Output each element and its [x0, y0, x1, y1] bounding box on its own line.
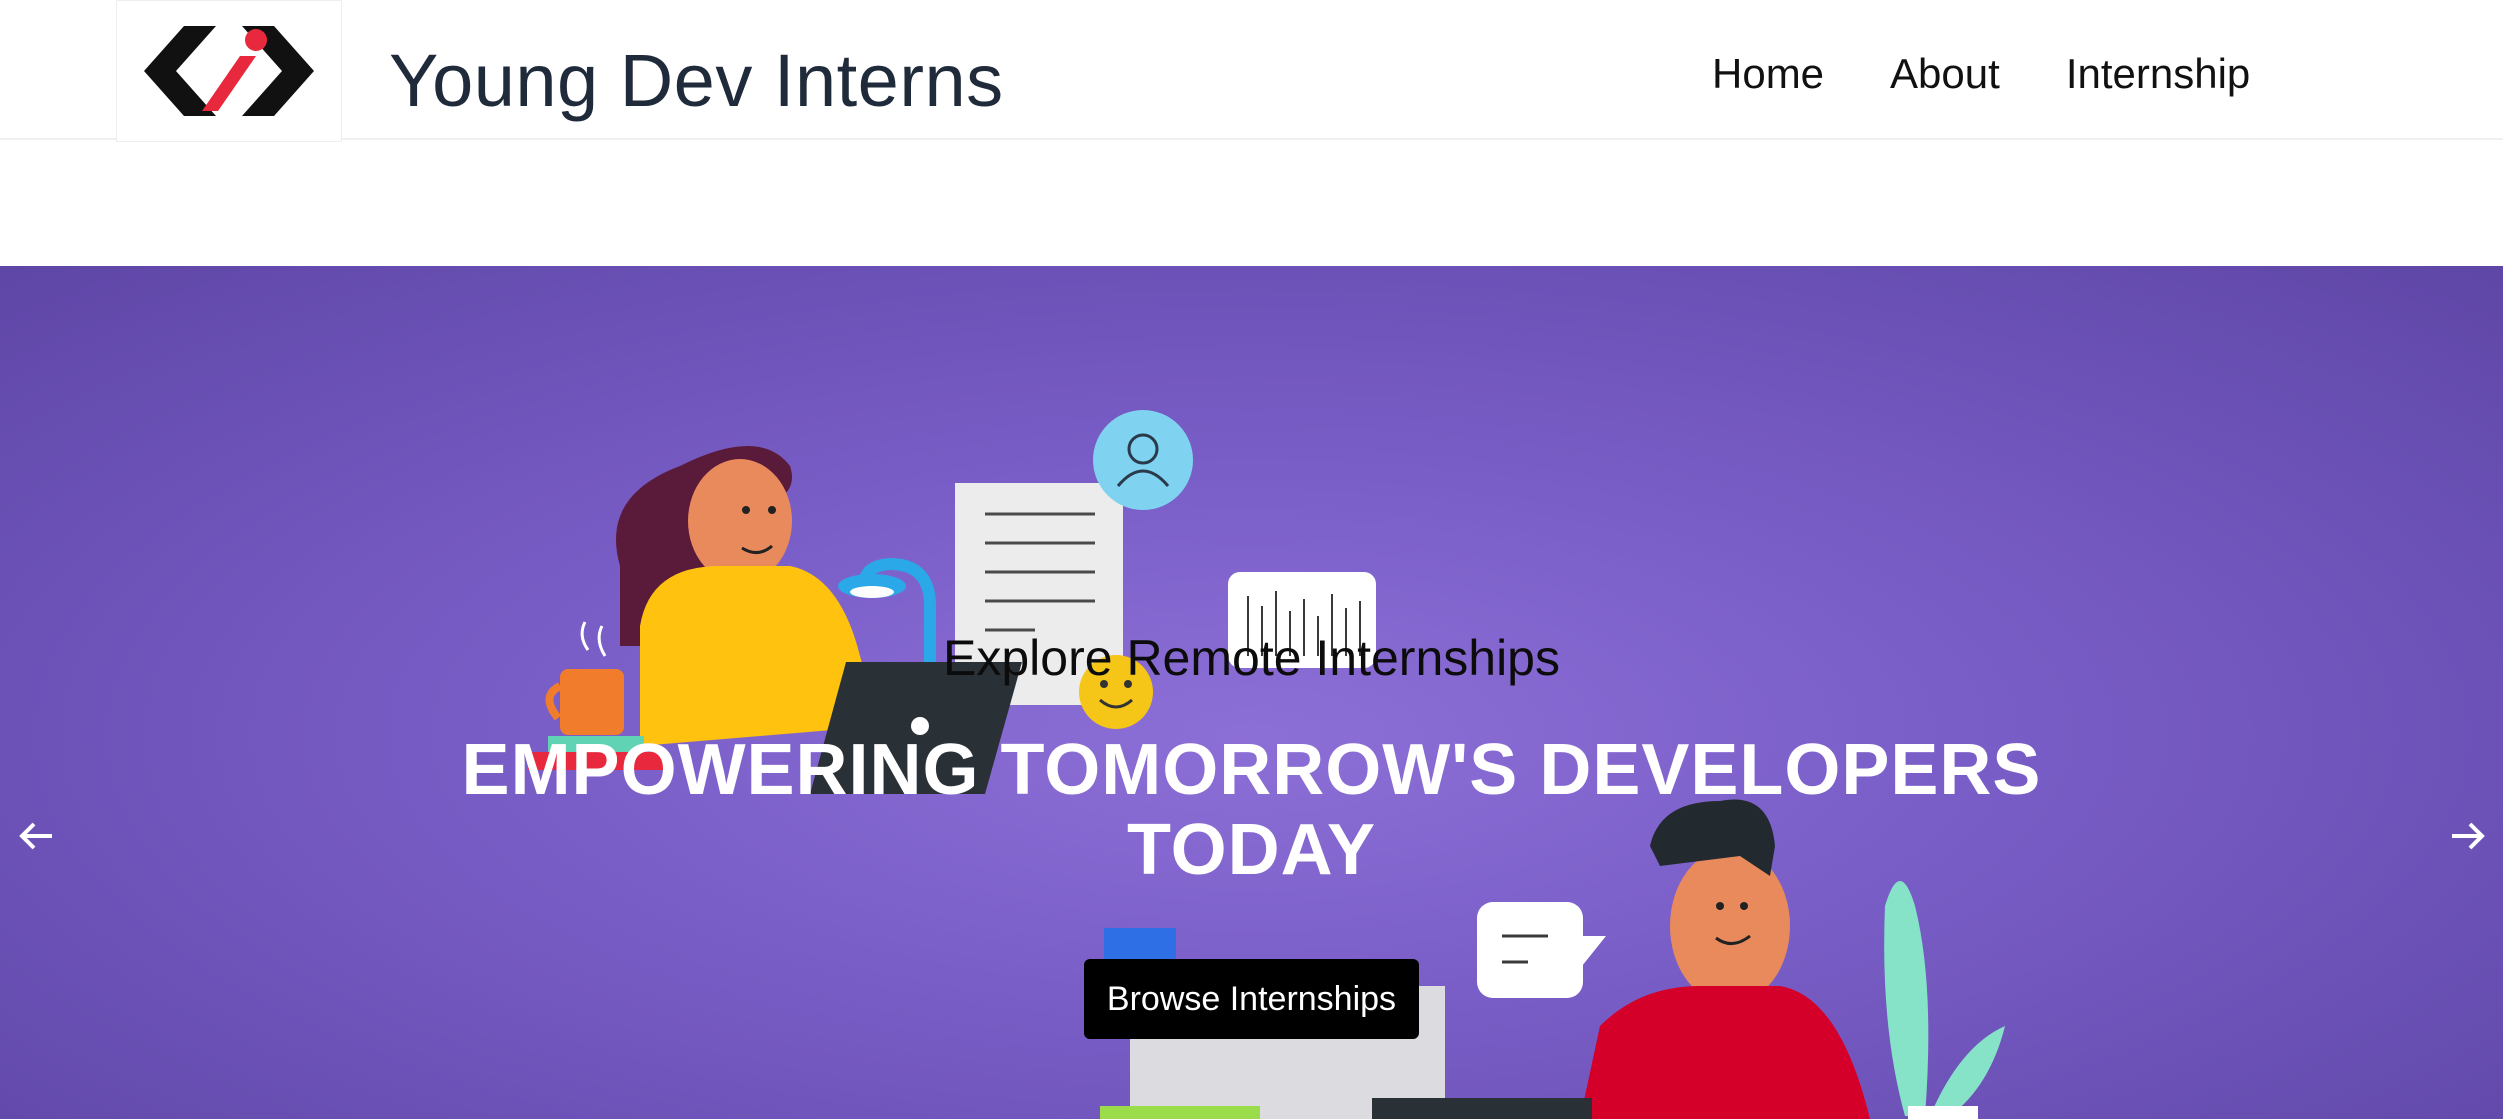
carousel-prev-button[interactable]	[14, 814, 58, 858]
hero-subtitle: Explore Remote Internships	[943, 630, 1560, 686]
arrow-left-icon	[19, 822, 52, 850]
nav-internship[interactable]: Internship	[2066, 48, 2250, 100]
hero-title: EMPOWERING TOMORROW'S DEVELOPERS TODAY	[400, 730, 2103, 890]
nav-about[interactable]: About	[1890, 48, 2000, 100]
main-nav: Home About Internship	[1712, 48, 2250, 100]
hero-title-line-1: EMPOWERING TOMORROW'S DEVELOPERS	[461, 730, 2042, 810]
top-navbar: Young Dev Interns Home About Internship	[0, 0, 2503, 142]
nav-home[interactable]: Home	[1712, 48, 1824, 100]
brand-logo-icon	[144, 26, 314, 116]
carousel-next-button[interactable]	[2446, 814, 2490, 858]
hero-carousel: Explore Remote Internships EMPOWERING TO…	[0, 266, 2503, 1119]
site-title[interactable]: Young Dev Interns	[389, 36, 1004, 126]
hero-title-line-2: TODAY	[1126, 810, 1377, 890]
browse-internships-button[interactable]: Browse Internships	[1084, 959, 1419, 1039]
arrow-right-icon	[2452, 822, 2485, 850]
brand-logo[interactable]	[116, 0, 342, 142]
